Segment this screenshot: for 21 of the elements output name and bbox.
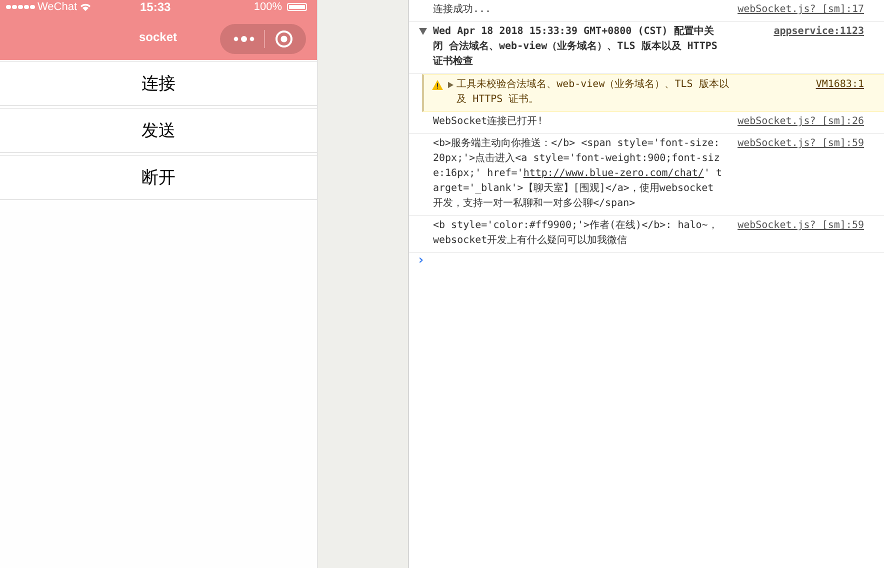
source-link[interactable]: webSocket.js? [sm]:59 — [738, 218, 864, 233]
battery-label: 100% — [254, 1, 282, 13]
source-link[interactable]: appservice:1123 — [774, 24, 864, 39]
message-text: <b>服务端主动向你推送：</b> <span style='font-size:20px;'>点击进入<a style='font-weight:900;font-size:16px;' href='http://www.blue-zero.com/chat/' target='_blank'>【聊天室】[围观]</a>，使用websocket开发，支持一对一私聊和一对多公聊</span> — [433, 136, 723, 211]
action-button[interactable]: 连接 — [0, 61, 317, 106]
source-link[interactable]: webSocket.js? [sm]:26 — [738, 114, 864, 129]
message-text: 连接成功... — [433, 2, 492, 17]
source-link[interactable]: webSocket.js? [sm]:59 — [738, 136, 864, 151]
message-text: 工具未校验合法域名、web-view（业务域名）、TLS 版本以及 HTTPS 证书。 — [456, 78, 730, 107]
message-text: WebSocket连接已打开! — [433, 114, 544, 129]
source-link[interactable]: webSocket.js? [sm]:17 — [738, 2, 864, 17]
page-title: socket — [138, 30, 178, 44]
message-text: Wed Apr 18 2018 15:33:39 GMT+0800 (CST) 配置中关闭 合法域名、web-view（业务域名）、TLS 版本以及 HTTPS 证书检查 — [433, 24, 718, 69]
action-button[interactable]: 发送 — [0, 108, 317, 153]
console-prompt[interactable]: › — [409, 253, 884, 268]
action-button[interactable]: 断开 — [0, 155, 317, 200]
carrier-label: WeChat — [38, 1, 78, 13]
clock: 15:33 — [140, 0, 171, 14]
source-link[interactable]: VM1683:1 — [816, 77, 864, 92]
message-text: <b style='color:#ff9900;'>作者(在线)</b>: halo~，websocket开发上有什么疑问可以加我微信 — [433, 218, 719, 248]
message-link[interactable]: http://www.blue-zero.com/chat/ — [523, 168, 704, 179]
